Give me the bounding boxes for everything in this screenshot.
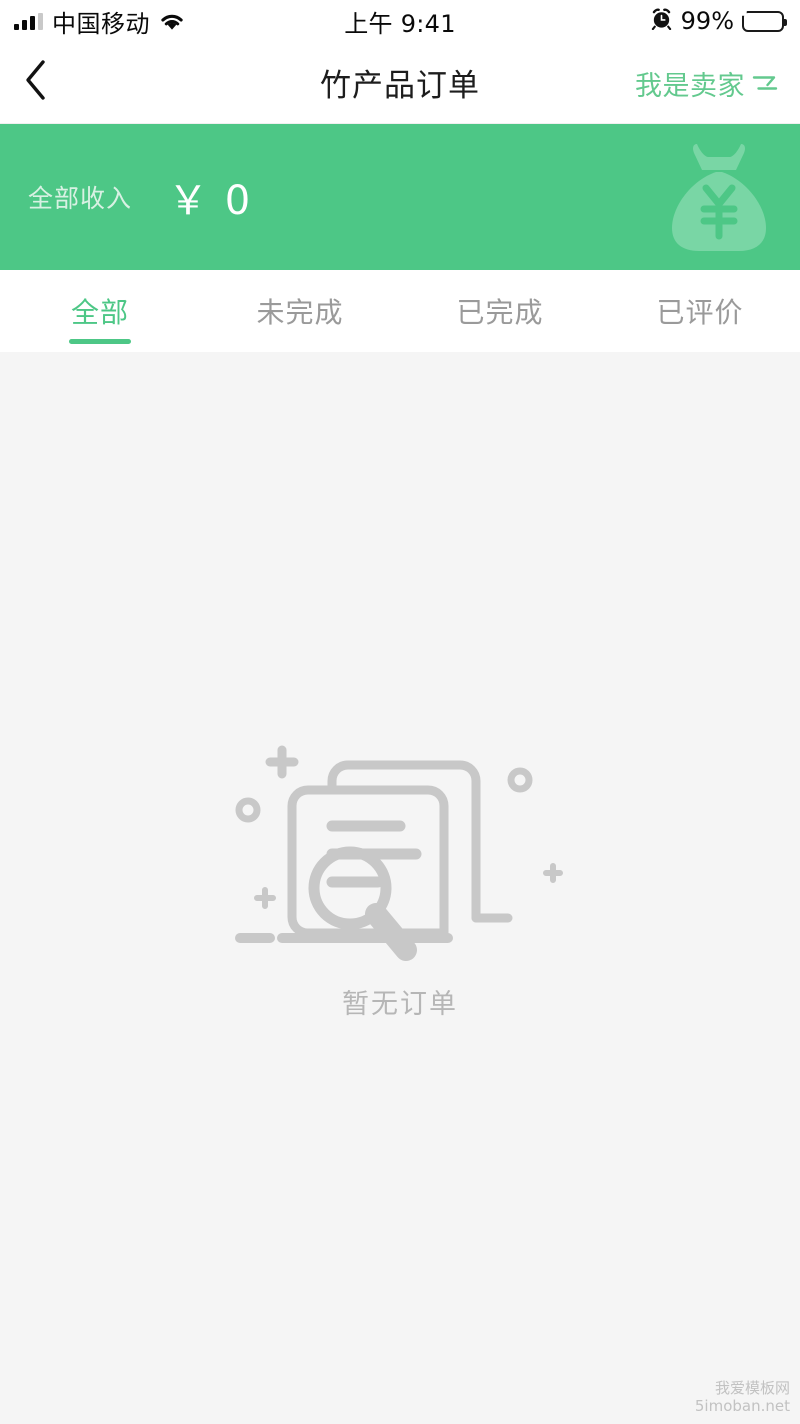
seller-mode-label: 我是卖家 <box>635 64 745 103</box>
tab-incomplete[interactable]: 未完成 <box>200 270 400 352</box>
tab-completed[interactable]: 已完成 <box>400 270 600 352</box>
tab-incomplete-label: 未完成 <box>256 291 343 331</box>
carrier-label: 中国移动 <box>52 4 150 39</box>
seller-mode-button[interactable]: 我是卖家 <box>635 42 778 124</box>
tab-indicator-placeholder <box>269 339 331 344</box>
watermark-line-1: 我爱模板网 <box>695 1379 790 1398</box>
watermark: 我爱模板网 5imoban.net <box>695 1379 790 1417</box>
tab-completed-label: 已完成 <box>456 291 543 331</box>
income-amount: ￥ 0 <box>168 168 252 226</box>
phone-screen: 中国移动 上午 9:41 99 <box>0 0 800 1422</box>
tab-reviewed-label: 已评价 <box>656 291 743 331</box>
tab-all-label: 全部 <box>71 291 129 331</box>
order-list-area: 暂无订单 <box>0 352 800 1424</box>
alarm-clock-icon <box>650 7 673 35</box>
tab-reviewed[interactable]: 已评价 <box>600 270 800 352</box>
money-bag-icon <box>666 142 772 254</box>
status-bar: 中国移动 上午 9:41 99 <box>0 0 800 42</box>
status-bar-right: 99% <box>650 7 784 35</box>
chevron-left-icon <box>23 59 49 106</box>
battery-charging-icon <box>742 11 784 32</box>
signal-bars-icon <box>14 13 43 30</box>
income-banner: 全部收入 ￥ 0 <box>0 124 800 270</box>
tab-all[interactable]: 全部 <box>0 270 200 352</box>
swap-arrows-icon <box>752 71 778 95</box>
tab-active-indicator <box>69 339 131 344</box>
wifi-icon <box>159 12 185 31</box>
empty-state: 暂无订单 <box>0 728 800 1021</box>
income-label: 全部收入 <box>28 179 132 215</box>
empty-order-document-search-icon <box>220 728 580 968</box>
empty-state-text: 暂无订单 <box>342 982 458 1021</box>
battery-percent-label: 99% <box>681 7 734 35</box>
status-bar-left: 中国移动 <box>14 4 185 39</box>
order-status-tabs: 全部 未完成 已完成 已评价 <box>0 270 800 352</box>
tab-indicator-placeholder <box>469 339 531 344</box>
back-button[interactable] <box>0 42 72 124</box>
nav-bar: 竹产品订单 我是卖家 <box>0 42 800 124</box>
watermark-line-2: 5imoban.net <box>695 1397 790 1416</box>
tab-indicator-placeholder <box>669 339 731 344</box>
